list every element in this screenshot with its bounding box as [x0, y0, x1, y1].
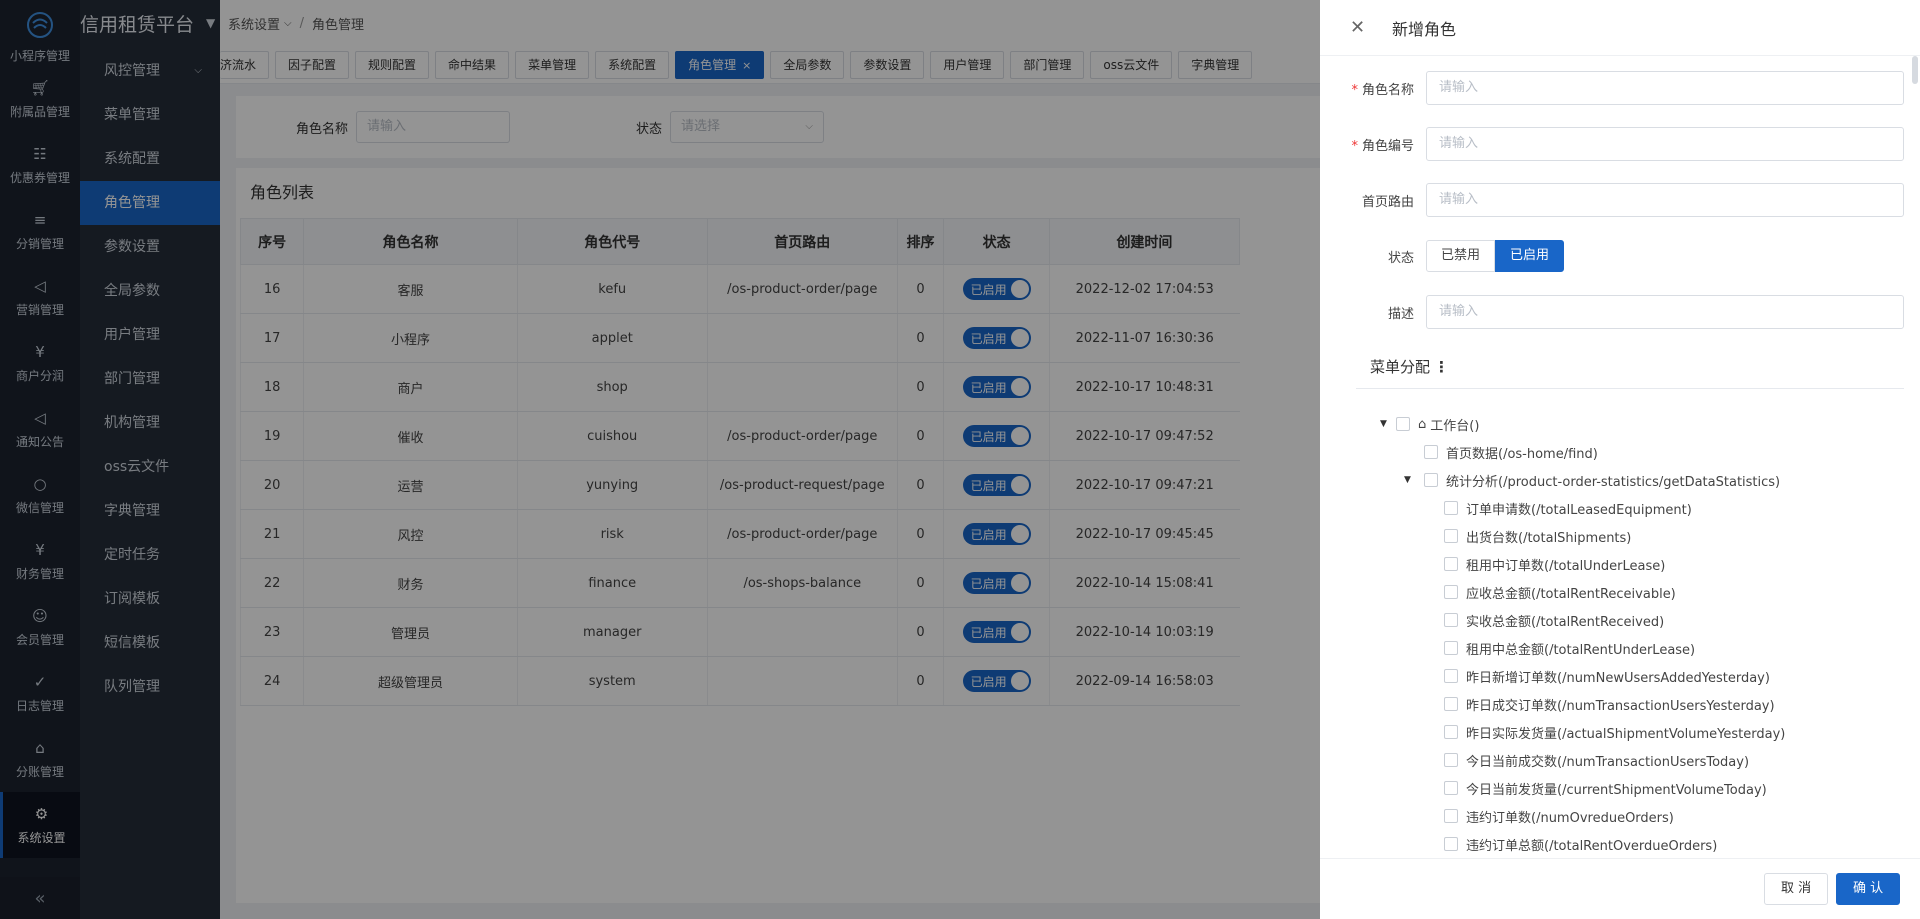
drawer-title: 新增角色: [1392, 19, 1457, 39]
tree-node-label: 昨日实际发货量(/actualShipmentVolumeYesterday): [1466, 726, 1786, 742]
tree-node-stat-item[interactable]: 昨日新增订单数(/numNewUsersAddedYesterday): [1320, 662, 1920, 690]
tree-node-stat-item[interactable]: 违约订单数(/numOvredueOrders): [1320, 802, 1920, 830]
checkbox[interactable]: [1444, 501, 1458, 515]
drawer-header: ✕ 新增角色: [1320, 0, 1920, 56]
home-route-label: 首页路由: [1361, 194, 1414, 210]
checkbox[interactable]: [1444, 725, 1458, 739]
status-row: 状态 已禁用 已启用: [1320, 239, 1920, 273]
add-role-drawer: ✕ 新增角色 * 角色名称 请输入 * 角色编号 请输入 首页路由 请输入 状态 已…: [1320, 0, 1920, 919]
tree-node-stat-item[interactable]: 订单申请数(/totalLeasedEquipment): [1320, 494, 1920, 522]
status-enabled-option[interactable]: 已启用: [1495, 240, 1565, 272]
tree-node-label: 租用中总金额(/totalRentUnderLease): [1466, 642, 1696, 658]
tree-node-label: 昨日新增订单数(/numNewUsersAddedYesterday): [1466, 670, 1770, 686]
tree-node-label: 违约订单数(/numOvredueOrders): [1466, 810, 1674, 826]
status-toggle: 已禁用 已启用: [1426, 240, 1565, 272]
checkbox[interactable]: [1444, 557, 1458, 571]
tree-node-label: 昨日成交订单数(/numTransactionUsersYesterday): [1466, 698, 1775, 714]
tree-node-home-data[interactable]: 首页数据(/os-home/find): [1320, 438, 1920, 466]
tree-node-label: 租用中订单数(/totalUnderLease): [1466, 558, 1666, 574]
tree-node-stat-item[interactable]: 租用中总金额(/totalRentUnderLease): [1320, 634, 1920, 662]
role-name-input[interactable]: 请输入: [1426, 71, 1904, 105]
description-label: 描述: [1387, 306, 1414, 322]
tree-node-label: 违约订单总额(/totalRentOverdueOrders): [1466, 838, 1718, 854]
confirm-button[interactable]: 确 认: [1836, 873, 1901, 905]
tree-node-stat-item[interactable]: 租用中订单数(/totalUnderLease): [1320, 550, 1920, 578]
checkbox[interactable]: [1444, 529, 1458, 543]
menu-tree: ▼ ⌂ 工作台() 首页数据(/os-home/find) ▼ 统计分析(/pr…: [1320, 410, 1920, 858]
menu-assign-title: 菜单分配 ⋮: [1370, 358, 1450, 376]
checkbox[interactable]: [1424, 473, 1438, 487]
tree-node-stat-item[interactable]: 昨日成交订单数(/numTransactionUsersYesterday): [1320, 690, 1920, 718]
tree-node-stat-item[interactable]: 应收总金额(/totalRentReceivable): [1320, 578, 1920, 606]
more-vertical-icon[interactable]: ⋮: [1434, 358, 1449, 376]
tree-node-label: 订单申请数(/totalLeasedEquipment): [1466, 502, 1692, 518]
checkbox[interactable]: [1396, 417, 1410, 431]
checkbox[interactable]: [1444, 641, 1458, 655]
tree-node-label: 应收总金额(/totalRentReceivable): [1466, 586, 1676, 602]
tree-node-stat-item[interactable]: 实收总金额(/totalRentReceived): [1320, 606, 1920, 634]
tree-node-label: 今日当前发货量(/currentShipmentVolumeToday): [1466, 782, 1767, 798]
drawer-footer: 取 消 确 认: [1320, 858, 1920, 919]
tree-node-label: 出货台数(/totalShipments): [1466, 530, 1632, 546]
checkbox[interactable]: [1424, 445, 1438, 459]
home-icon: ⌂: [1418, 416, 1427, 432]
checkbox[interactable]: [1444, 669, 1458, 683]
tree-node-label: 统计分析(/product-order-statistics/getDataSt…: [1446, 474, 1781, 490]
close-icon[interactable]: ✕: [1350, 17, 1370, 38]
tree-node-label: 首页数据(/os-home/find): [1446, 446, 1598, 462]
checkbox[interactable]: [1444, 781, 1458, 795]
role-code-row: * 角色编号 请输入: [1320, 127, 1920, 161]
checkbox[interactable]: [1444, 613, 1458, 627]
role-code-input[interactable]: 请输入: [1426, 127, 1904, 161]
tree-node-statistics[interactable]: ▼ 统计分析(/product-order-statistics/getData…: [1320, 466, 1920, 494]
checkbox[interactable]: [1444, 809, 1458, 823]
tree-node-stat-item[interactable]: 出货台数(/totalShipments): [1320, 522, 1920, 550]
home-route-row: 首页路由 请输入: [1320, 183, 1920, 217]
description-row: 描述 请输入: [1320, 295, 1920, 329]
status-disabled-option[interactable]: 已禁用: [1426, 240, 1496, 272]
checkbox[interactable]: [1444, 585, 1458, 599]
tree-node-label: 实收总金额(/totalRentReceived): [1466, 614, 1665, 630]
checkbox[interactable]: [1444, 837, 1458, 851]
description-input[interactable]: 请输入: [1426, 295, 1904, 329]
tree-node-label: 今日当前成交数(/numTransactionUsersToday): [1466, 754, 1750, 770]
role-name-row: * 角色名称 请输入: [1320, 71, 1920, 105]
tree-node-stat-item[interactable]: 违约订单总额(/totalRentOverdueOrders): [1320, 830, 1920, 858]
checkbox[interactable]: [1444, 753, 1458, 767]
tree-node-workbench[interactable]: ▼ ⌂ 工作台(): [1320, 410, 1920, 438]
home-route-input[interactable]: 请输入: [1426, 183, 1904, 217]
tree-node-stat-item[interactable]: 今日当前成交数(/numTransactionUsersToday): [1320, 746, 1920, 774]
divider: [1356, 388, 1904, 389]
tree-node-label: 工作台(): [1430, 418, 1480, 434]
role-code-label: * 角色编号: [1351, 138, 1414, 154]
status-label: 状态: [1387, 250, 1414, 266]
role-name-label: * 角色名称: [1351, 82, 1414, 98]
cancel-button[interactable]: 取 消: [1764, 873, 1829, 905]
drawer-body: * 角色名称 请输入 * 角色编号 请输入 首页路由 请输入 状态 已禁用 已启用 …: [1320, 56, 1920, 858]
tree-node-stat-item[interactable]: 今日当前发货量(/currentShipmentVolumeToday): [1320, 774, 1920, 802]
tree-node-stat-item[interactable]: 昨日实际发货量(/actualShipmentVolumeYesterday): [1320, 718, 1920, 746]
caret-down-icon[interactable]: ▼: [1404, 475, 1416, 485]
caret-down-icon[interactable]: ▼: [1380, 419, 1392, 429]
checkbox[interactable]: [1444, 697, 1458, 711]
